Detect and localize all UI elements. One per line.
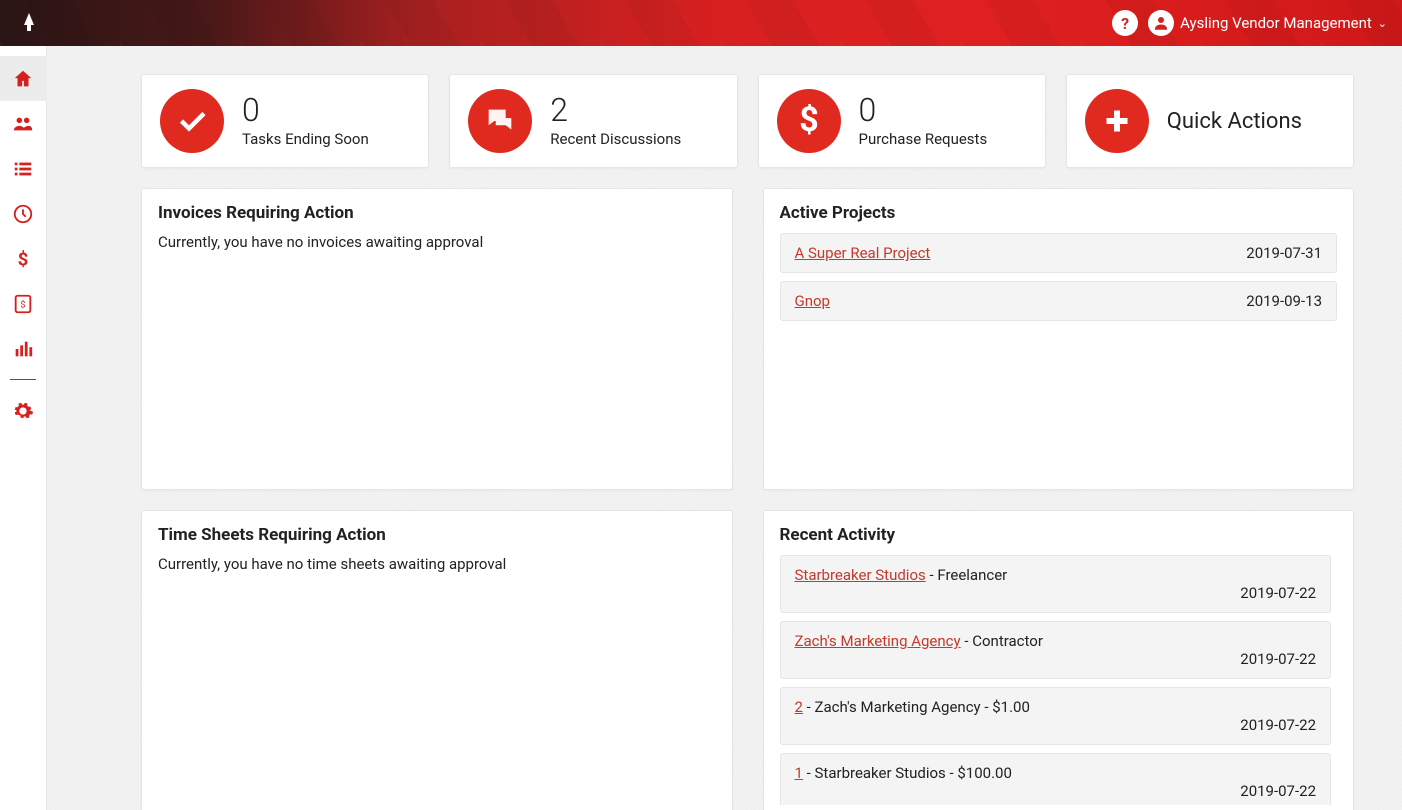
check-icon bbox=[160, 89, 224, 153]
avatar-icon bbox=[1148, 10, 1174, 36]
sidebar-item-dollar[interactable]: $ bbox=[0, 236, 47, 281]
sidebar-item-home[interactable] bbox=[0, 56, 47, 101]
dollar-icon: $ bbox=[777, 89, 841, 153]
panel-activity: Recent Activity Starbreaker Studios - Fr… bbox=[763, 510, 1355, 810]
sidebar-item-settings[interactable] bbox=[0, 388, 47, 433]
chevron-down-icon: ⌄ bbox=[1378, 17, 1387, 30]
card-tasks-ending[interactable]: 0 Tasks Ending Soon bbox=[141, 74, 429, 168]
discussions-count: 2 bbox=[550, 94, 681, 126]
sidebar-item-list[interactable] bbox=[0, 146, 47, 191]
svg-text:$: $ bbox=[18, 249, 29, 270]
tasks-label: Tasks Ending Soon bbox=[242, 130, 369, 148]
sidebar-item-chart[interactable] bbox=[0, 326, 47, 371]
activity-link[interactable]: 1 bbox=[795, 764, 803, 782]
activity-link[interactable]: Zach's Marketing Agency bbox=[795, 632, 961, 650]
sidebar-separator bbox=[10, 379, 36, 380]
projects-title: Active Projects bbox=[780, 203, 1338, 223]
panel-invoices: Invoices Requiring Action Currently, you… bbox=[141, 188, 733, 490]
activity-date: 2019-07-22 bbox=[795, 650, 1317, 668]
activity-row: 2 - Zach's Marketing Agency - $1.00 2019… bbox=[780, 687, 1332, 745]
plus-icon bbox=[1085, 89, 1149, 153]
project-date: 2019-07-31 bbox=[1246, 244, 1322, 262]
card-discussions[interactable]: 2 Recent Discussions bbox=[449, 74, 737, 168]
activity-link[interactable]: Starbreaker Studios bbox=[795, 566, 926, 584]
timesheets-empty: Currently, you have no time sheets await… bbox=[158, 555, 716, 573]
activity-suffix: - Zach's Marketing Agency - $1.00 bbox=[803, 698, 1030, 716]
requests-count: 0 bbox=[859, 94, 988, 126]
panel-projects: Active Projects A Super Real Project 201… bbox=[763, 188, 1355, 490]
top-header: ? Aysling Vendor Management ⌄ bbox=[0, 0, 1402, 46]
sidebar-item-clock[interactable] bbox=[0, 191, 47, 236]
svg-text:$: $ bbox=[20, 299, 25, 310]
discussions-label: Recent Discussions bbox=[550, 130, 681, 148]
activity-link[interactable]: 2 bbox=[795, 698, 803, 716]
help-icon[interactable]: ? bbox=[1112, 10, 1138, 36]
activity-date: 2019-07-22 bbox=[795, 716, 1317, 734]
project-row: A Super Real Project 2019-07-31 bbox=[780, 233, 1338, 273]
user-name: Aysling Vendor Management bbox=[1180, 14, 1372, 32]
chat-icon bbox=[468, 89, 532, 153]
activity-suffix: - Contractor bbox=[961, 632, 1043, 650]
requests-label: Purchase Requests bbox=[859, 130, 988, 148]
activity-suffix: - Freelancer bbox=[926, 566, 1008, 584]
timesheets-title: Time Sheets Requiring Action bbox=[158, 525, 716, 545]
tasks-count: 0 bbox=[242, 94, 369, 126]
invoices-title: Invoices Requiring Action bbox=[158, 203, 716, 223]
user-menu[interactable]: Aysling Vendor Management ⌄ bbox=[1148, 10, 1387, 36]
sidebar: $ $ bbox=[0, 46, 47, 810]
project-link[interactable]: Gnop bbox=[795, 292, 830, 310]
activity-row: Zach's Marketing Agency - Contractor 201… bbox=[780, 621, 1332, 679]
sidebar-item-invoice[interactable]: $ bbox=[0, 281, 47, 326]
activity-row: 1 - Starbreaker Studios - $100.00 2019-0… bbox=[780, 753, 1332, 805]
activity-date: 2019-07-22 bbox=[795, 584, 1317, 602]
project-row: Gnop 2019-09-13 bbox=[780, 281, 1338, 321]
invoices-empty: Currently, you have no invoices awaiting… bbox=[158, 233, 716, 251]
activity-date: 2019-07-22 bbox=[795, 782, 1317, 800]
svg-text:$: $ bbox=[799, 104, 819, 138]
panel-timesheets: Time Sheets Requiring Action Currently, … bbox=[141, 510, 733, 810]
quick-actions-label: Quick Actions bbox=[1167, 109, 1302, 134]
project-date: 2019-09-13 bbox=[1246, 292, 1322, 310]
sidebar-item-users[interactable] bbox=[0, 101, 47, 146]
activity-row: Starbreaker Studios - Freelancer 2019-07… bbox=[780, 555, 1332, 613]
main-content: 0 Tasks Ending Soon 2 Recent Discussions… bbox=[47, 46, 1402, 810]
activity-title: Recent Activity bbox=[780, 525, 1338, 545]
app-logo[interactable] bbox=[15, 9, 43, 37]
card-quick-actions[interactable]: Quick Actions bbox=[1066, 74, 1354, 168]
activity-suffix: - Starbreaker Studios - $100.00 bbox=[803, 764, 1012, 782]
card-requests[interactable]: $ 0 Purchase Requests bbox=[758, 74, 1046, 168]
project-link[interactable]: A Super Real Project bbox=[795, 244, 931, 262]
activity-scroll[interactable]: Starbreaker Studios - Freelancer 2019-07… bbox=[780, 555, 1338, 805]
